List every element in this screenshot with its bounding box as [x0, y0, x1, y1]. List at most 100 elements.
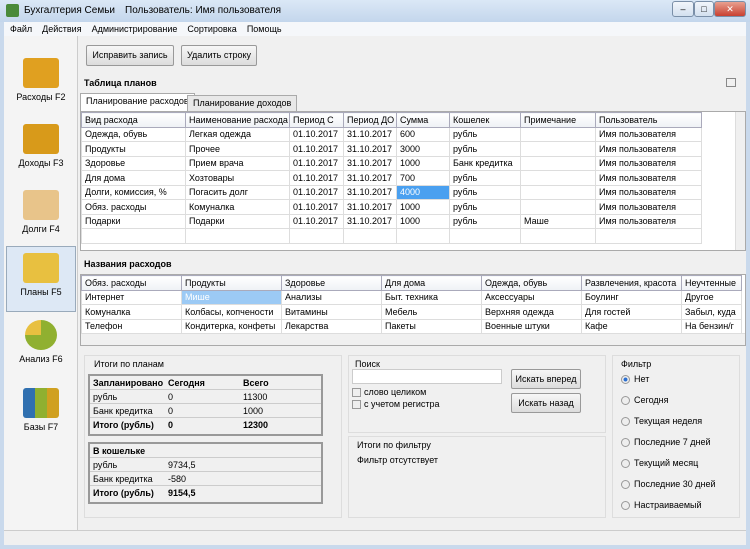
table-cell[interactable]: Боулинг: [581, 289, 682, 305]
table-cell[interactable]: рубль: [449, 199, 521, 215]
menu-admin[interactable]: Администрирование: [92, 22, 178, 36]
table-cell[interactable]: рубль: [449, 184, 521, 200]
sidebar-analysis[interactable]: Анализ F6: [6, 314, 76, 380]
table-row[interactable]: Обяз. расходы Комуналка 01.10.2017 31.10.20…: [81, 199, 702, 215]
table-cell[interactable]: Здоровье: [81, 155, 186, 171]
table-cell[interactable]: 600: [396, 126, 450, 142]
table-cell[interactable]: Комуналка: [81, 304, 182, 320]
table-cell[interactable]: Легкая одежда: [185, 126, 290, 142]
table-cell[interactable]: [520, 228, 596, 244]
table-cell[interactable]: 01.10.2017: [289, 184, 344, 200]
table-cell[interactable]: Подарки: [81, 213, 186, 229]
table-cell[interactable]: Мише: [181, 289, 282, 305]
column-header[interactable]: Продукты: [181, 275, 282, 291]
filter-option[interactable]: Нет: [621, 374, 649, 384]
table-row[interactable]: Интернет Мише Анализы Быт. техника Аксессуар…: [81, 289, 742, 305]
table-cell[interactable]: Аксессуары: [481, 289, 582, 305]
maximize-button[interactable]: □: [694, 1, 714, 17]
filter-option[interactable]: Текущий месяц: [621, 458, 698, 468]
table-cell[interactable]: 1000: [396, 213, 450, 229]
table-row[interactable]: Одежда, обувь Легкая одежда 01.10.2017 31.1…: [81, 126, 702, 142]
table-cell[interactable]: Прием врача: [185, 155, 290, 171]
filter-option[interactable]: Сегодня: [621, 395, 669, 405]
table-cell[interactable]: 31.10.2017: [343, 199, 397, 215]
table-cell[interactable]: [520, 155, 596, 171]
table-cell[interactable]: 700: [396, 170, 450, 186]
table-cell[interactable]: Обяз. расходы: [81, 199, 186, 215]
table-cell[interactable]: 01.10.2017: [289, 170, 344, 186]
tab-expense-planning[interactable]: Планирование расходов: [80, 93, 195, 111]
table-cell[interactable]: Банк кредитка: [449, 155, 521, 171]
table-cell[interactable]: 31.10.2017: [343, 126, 397, 142]
column-header[interactable]: Для дома: [381, 275, 482, 291]
vertical-scrollbar[interactable]: [735, 112, 745, 250]
table-cell[interactable]: Имя пользователя: [595, 141, 702, 157]
table-row[interactable]: Для дома Хозтовары 01.10.2017 31.10.2017 700…: [81, 170, 702, 186]
table-cell[interactable]: Имя пользователя: [595, 170, 702, 186]
table-row[interactable]: Здоровье Прием врача 01.10.2017 31.10.2017 1…: [81, 155, 702, 171]
table-cell[interactable]: рубль: [449, 170, 521, 186]
table-cell[interactable]: Имя пользователя: [595, 199, 702, 215]
table-cell[interactable]: 01.10.2017: [289, 141, 344, 157]
column-header[interactable]: Примечание: [520, 112, 596, 128]
table-cell[interactable]: 01.10.2017: [289, 213, 344, 229]
table-cell[interactable]: [520, 170, 596, 186]
table-cell[interactable]: Анализы: [281, 289, 382, 305]
filter-option[interactable]: Последние 30 дней: [621, 479, 716, 489]
table-cell[interactable]: 1000: [396, 199, 450, 215]
table-cell[interactable]: рубль: [449, 126, 521, 142]
layout-icon[interactable]: [726, 78, 736, 87]
menu-sort[interactable]: Сортировка: [187, 22, 236, 36]
table-cell[interactable]: [343, 228, 397, 244]
column-header[interactable]: Пользователь: [595, 112, 702, 128]
filter-option[interactable]: Настраиваемый: [621, 500, 702, 510]
column-header[interactable]: Одежда, обувь: [481, 275, 582, 291]
table-cell[interactable]: Для гостей: [581, 304, 682, 320]
table-cell[interactable]: Витамины: [281, 304, 382, 320]
table-cell[interactable]: 31.10.2017: [343, 184, 397, 200]
table-cell[interactable]: Хозтовары: [185, 170, 290, 186]
search-input[interactable]: [352, 369, 502, 384]
table-cell[interactable]: Одежда, обувь: [81, 126, 186, 142]
table-cell[interactable]: Имя пользователя: [595, 155, 702, 171]
sidebar-expenses[interactable]: Расходы F2: [6, 52, 76, 118]
table-row[interactable]: Телефон Кондитерка, конфеты Лекарства Пакет…: [81, 318, 742, 334]
empty-row[interactable]: [81, 228, 702, 244]
table-cell[interactable]: Прочее: [185, 141, 290, 157]
table-cell[interactable]: Имя пользователя: [595, 126, 702, 142]
table-cell[interactable]: [449, 228, 521, 244]
tab-income-planning[interactable]: Планирование доходов: [187, 95, 298, 111]
table-cell[interactable]: 4000: [396, 184, 450, 200]
menu-file[interactable]: Файл: [10, 22, 32, 36]
table-cell[interactable]: рубль: [449, 213, 521, 229]
table-cell[interactable]: [396, 228, 450, 244]
table-cell[interactable]: Пакеты: [381, 318, 482, 334]
edit-record-button[interactable]: Исправить запись: [86, 45, 174, 66]
filter-option[interactable]: Текущая неделя: [621, 416, 702, 426]
table-cell[interactable]: рубль: [449, 141, 521, 157]
table-cell[interactable]: 31.10.2017: [343, 170, 397, 186]
table-cell[interactable]: Комуналка: [185, 199, 290, 215]
table-cell[interactable]: На бензин/г: [681, 318, 742, 334]
table-cell[interactable]: [289, 228, 344, 244]
table-cell[interactable]: Имя пользователя: [595, 184, 702, 200]
table-cell[interactable]: Погасить долг: [185, 184, 290, 200]
table-row[interactable]: Продукты Прочее 01.10.2017 31.10.2017 3000 ру…: [81, 141, 702, 157]
column-header[interactable]: Развлечения, красота: [581, 275, 682, 291]
table-cell[interactable]: [520, 184, 596, 200]
table-cell[interactable]: 1000: [396, 155, 450, 171]
table-cell[interactable]: [520, 126, 596, 142]
close-button[interactable]: ✕: [714, 1, 746, 17]
filter-option[interactable]: Последние 7 дней: [621, 437, 711, 447]
table-cell[interactable]: Верхняя одежда: [481, 304, 582, 320]
table-cell[interactable]: [81, 228, 186, 244]
table-cell[interactable]: Для дома: [81, 170, 186, 186]
table-cell[interactable]: Быт. техника: [381, 289, 482, 305]
table-cell[interactable]: Забыл, куда: [681, 304, 742, 320]
table-cell[interactable]: [185, 228, 290, 244]
minimize-button[interactable]: –: [672, 1, 694, 17]
column-header[interactable]: Период С: [289, 112, 344, 128]
table-cell[interactable]: [595, 228, 702, 244]
table-cell[interactable]: Военные штуки: [481, 318, 582, 334]
sidebar-income[interactable]: Доходы F3: [6, 118, 76, 184]
